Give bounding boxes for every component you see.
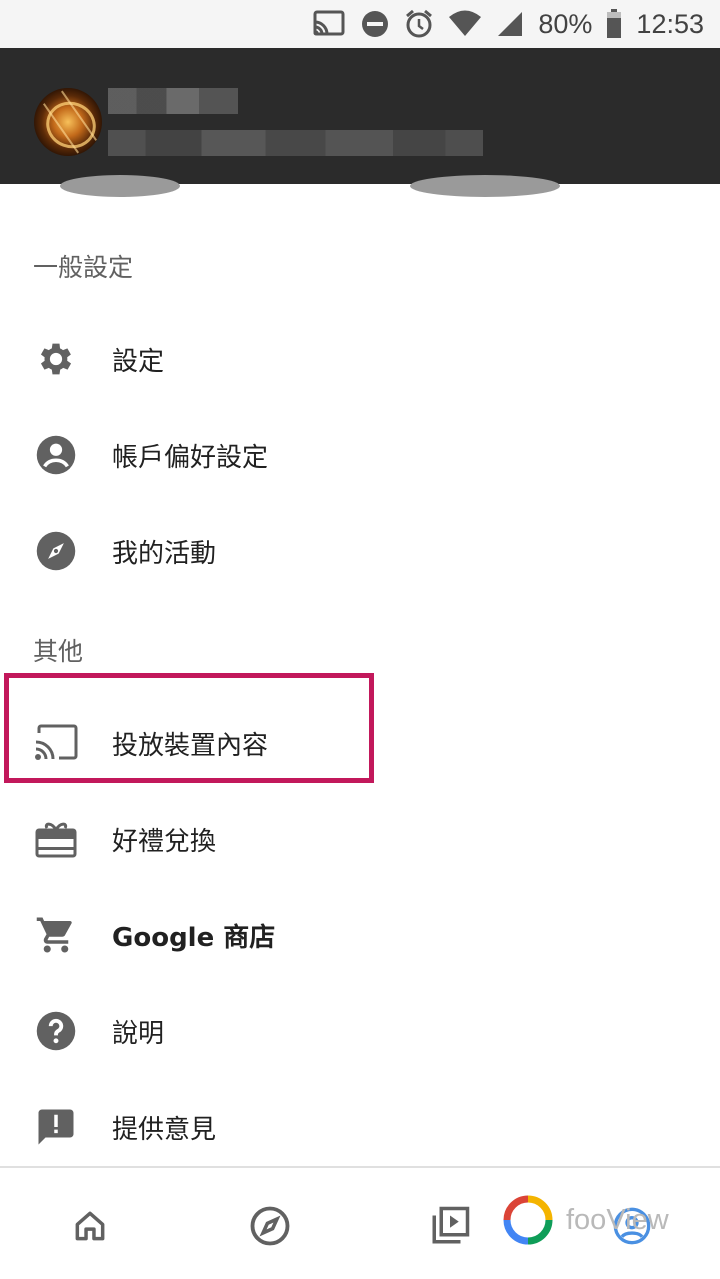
do-not-disturb-icon — [360, 9, 390, 39]
account-name-redacted — [108, 88, 238, 114]
menu-label-account-preferences: 帳戶偏好設定 — [112, 442, 269, 473]
avatar[interactable] — [34, 88, 102, 156]
alarm-icon — [404, 9, 434, 39]
gear-icon — [33, 336, 79, 382]
menu-label-feedback: 提供意見 — [112, 1114, 217, 1145]
cast-status-icon — [312, 10, 346, 38]
menu-label-redeem: 好禮兌換 — [112, 826, 217, 857]
status-bar: 80% 12:53 — [0, 0, 720, 48]
redaction-scribble-right — [410, 175, 560, 197]
battery-icon — [606, 9, 622, 39]
explore-icon[interactable] — [248, 1204, 292, 1248]
menu-item-cast[interactable]: 投放裝置內容 — [0, 695, 720, 791]
video-library-icon[interactable] — [428, 1204, 472, 1248]
menu-item-settings[interactable]: 設定 — [0, 311, 720, 407]
menu-item-account-preferences[interactable]: 帳戶偏好設定 — [0, 407, 720, 503]
signal-icon — [496, 10, 524, 38]
account-header[interactable] — [0, 48, 720, 184]
menu-label-settings: 設定 — [112, 346, 165, 377]
menu-item-google-store[interactable]: Google 商店 — [0, 887, 720, 983]
redaction-scribble-left — [60, 175, 180, 197]
section-header-general: 一般設定 — [33, 253, 134, 282]
clock: 12:53 — [636, 8, 704, 39]
menu-item-redeem[interactable]: 好禮兌換 — [0, 791, 720, 887]
menu-item-feedback[interactable]: 提供意見 — [0, 1079, 720, 1175]
feedback-icon — [33, 1104, 79, 1150]
battery-percent: 80% — [538, 8, 593, 39]
help-icon — [33, 1008, 79, 1054]
menu-item-help[interactable]: 說明 — [0, 983, 720, 1079]
menu-item-my-activity[interactable]: 我的活動 — [0, 503, 720, 599]
account-circle-icon — [33, 432, 79, 478]
gift-card-icon — [33, 816, 79, 862]
home-icon[interactable] — [68, 1204, 112, 1248]
compass-icon — [33, 528, 79, 574]
wifi-icon — [448, 10, 482, 38]
account-email-redacted — [108, 130, 483, 156]
menu-label-help: 說明 — [112, 1018, 165, 1049]
cast-icon — [33, 720, 79, 766]
menu-label-google-store: Google 商店 — [112, 922, 276, 953]
menu-label-my-activity: 我的活動 — [112, 538, 217, 569]
section-header-other: 其他 — [33, 637, 84, 666]
menu-label-cast: 投放裝置內容 — [112, 730, 269, 761]
bottom-navigation: fooView — [0, 1166, 720, 1279]
cart-icon — [33, 912, 79, 958]
fooview-logo-icon — [502, 1194, 554, 1246]
fooview-watermark: fooView — [566, 1204, 669, 1236]
